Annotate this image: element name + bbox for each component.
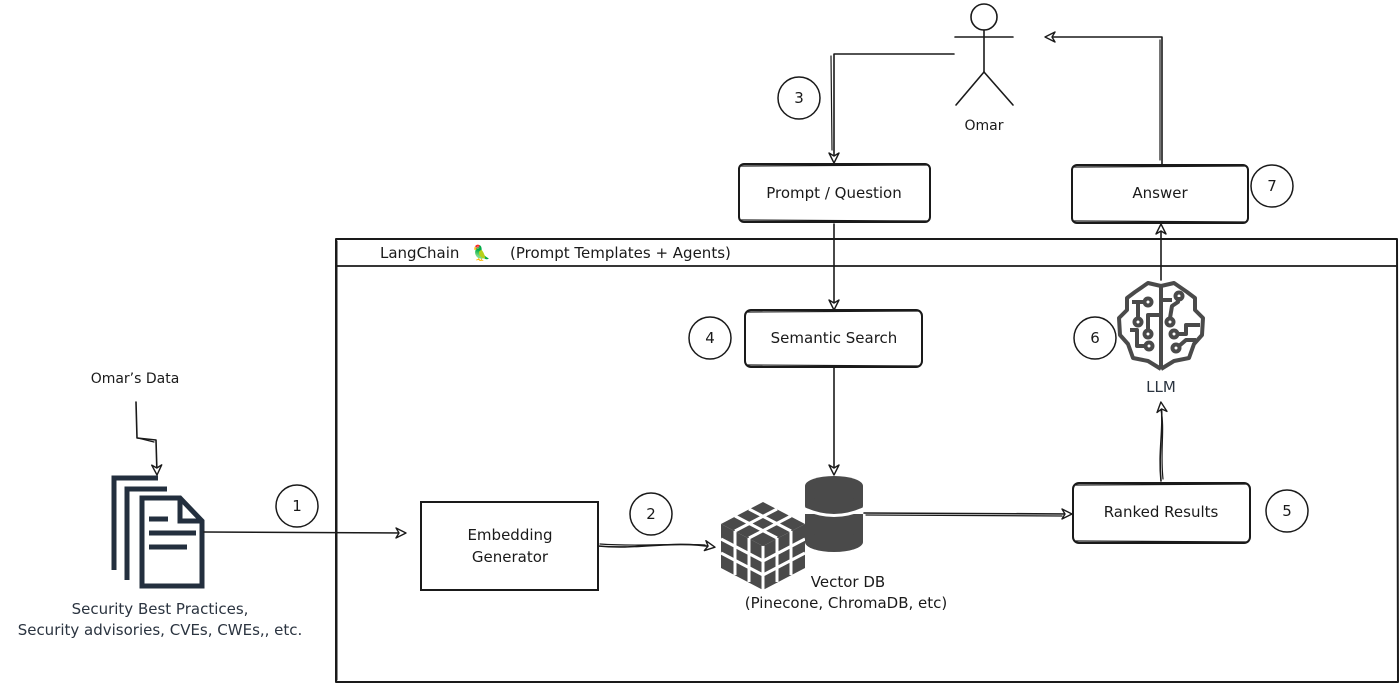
cube-icon — [720, 502, 806, 590]
semantic-search-node[interactable]: Semantic Search — [744, 309, 923, 368]
step-2-badge: 2 — [629, 492, 673, 536]
arrow-docs-to-embedding — [203, 527, 407, 539]
person-icon — [954, 3, 1014, 106]
svg-text:3: 3 — [794, 89, 804, 107]
data-source-title: Omar’s Data — [91, 371, 180, 387]
data-source-caption-2: Security advisories, CVEs, CWEs,, etc. — [18, 621, 303, 639]
svg-text:4: 4 — [705, 329, 715, 347]
svg-text:5: 5 — [1282, 502, 1292, 520]
step-1-badge: 1 — [275, 484, 319, 528]
frame-subtitle: (Prompt Templates + Agents) — [510, 244, 731, 262]
answer-node[interactable]: Answer — [1071, 164, 1249, 224]
answer-label: Answer — [1132, 184, 1188, 202]
parrot-icon: 🦜 — [472, 243, 491, 262]
llm-label: LLM — [1146, 378, 1176, 396]
data-source-caption-1: Security Best Practices, — [72, 600, 249, 618]
actor-omar: Omar — [954, 3, 1014, 134]
svg-text:6: 6 — [1090, 329, 1100, 347]
svg-text:1: 1 — [292, 497, 302, 515]
arrow-answer-to-omar — [1044, 31, 1163, 165]
step-5-badge: 5 — [1265, 489, 1309, 533]
arrow-omar-to-prompt — [828, 53, 955, 164]
step-4-badge: 4 — [688, 316, 732, 360]
database-icon — [804, 476, 864, 552]
embedding-label-1: Embedding — [467, 526, 552, 544]
arrow-ranked-to-llm — [1156, 401, 1168, 482]
prompt-label: Prompt / Question — [766, 184, 902, 202]
svg-text:7: 7 — [1267, 177, 1277, 195]
rag-architecture-diagram: LangChain 🦜 (Prompt Templates + Agents) … — [18, 3, 1399, 683]
step-6-badge: 6 — [1073, 316, 1117, 360]
langchain-frame: LangChain 🦜 (Prompt Templates + Agents) — [335, 238, 1399, 683]
brain-icon — [1117, 281, 1205, 371]
semantic-search-label: Semantic Search — [771, 329, 898, 347]
frame-title: LangChain — [380, 244, 459, 262]
documents-icon — [111, 475, 205, 589]
embedding-label-2: Generator — [472, 548, 549, 566]
ranked-results-label: Ranked Results — [1104, 503, 1219, 521]
embedding-generator-node[interactable]: Embedding Generator — [420, 501, 599, 591]
vectordb-label-1: Vector DB — [811, 573, 885, 591]
vectordb-label-2: (Pinecone, ChromaDB, etc) — [745, 594, 948, 612]
svg-text:2: 2 — [646, 505, 656, 523]
arrow-vectordb-to-ranked — [863, 508, 1073, 520]
data-source: Omar’s Data — [91, 371, 180, 476]
step-3-badge: 3 — [777, 76, 821, 120]
ranked-results-node[interactable]: Ranked Results — [1072, 482, 1251, 544]
prompt-question-node[interactable]: Prompt / Question — [738, 163, 931, 223]
step-7-badge: 7 — [1250, 164, 1294, 208]
actor-label: Omar — [965, 118, 1004, 134]
arrow-embedding-to-vectordb — [597, 539, 716, 552]
